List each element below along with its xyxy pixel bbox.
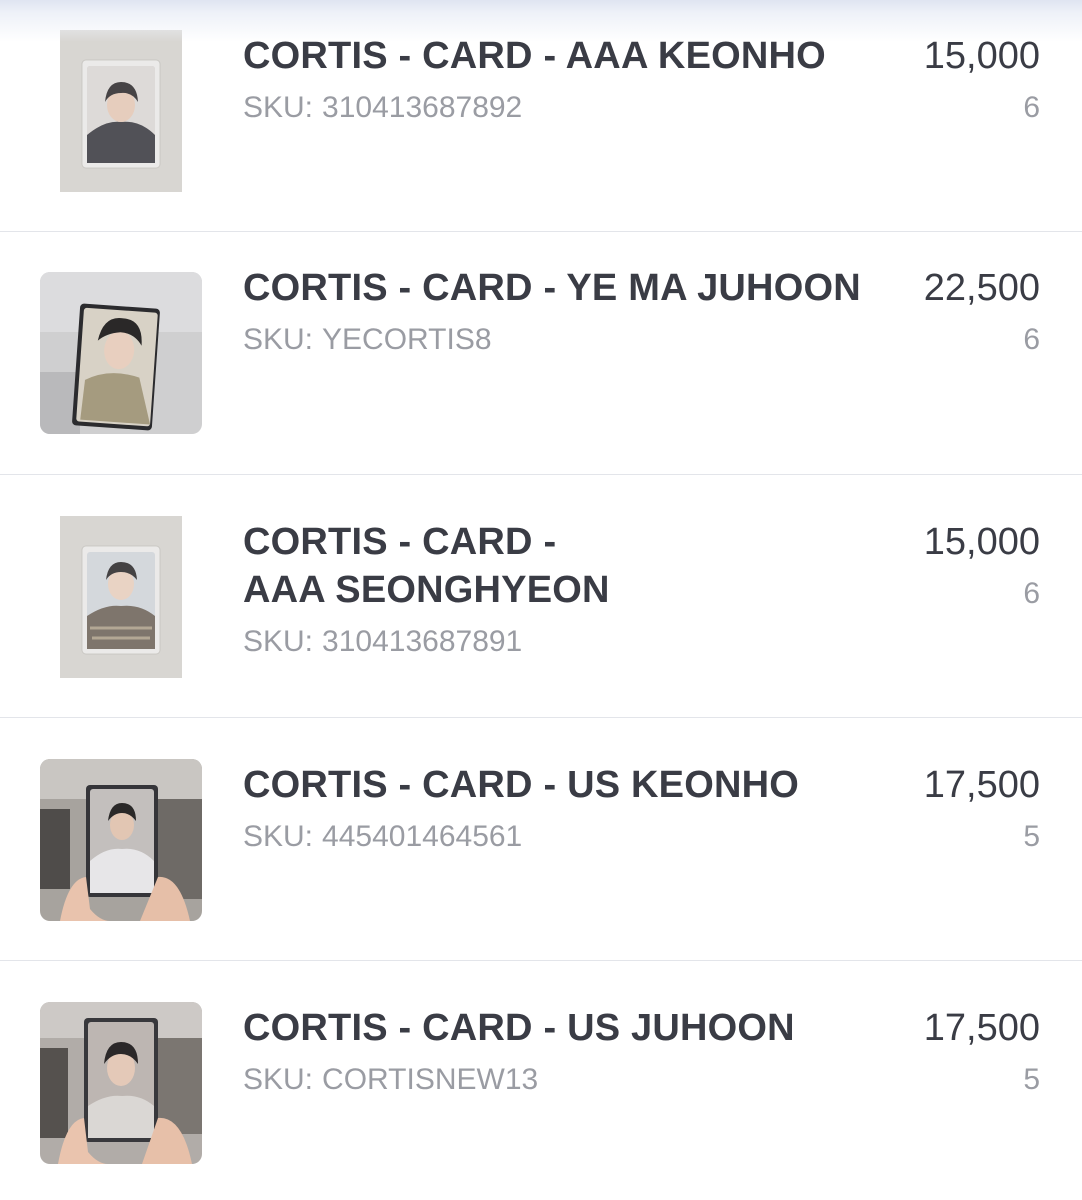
product-quantity: 6 bbox=[1023, 577, 1040, 610]
photocard-image bbox=[40, 272, 202, 434]
product-thumbnail bbox=[40, 516, 202, 678]
product-sku: SKU: 445401464561 bbox=[243, 819, 522, 855]
product-sku: SKU: CORTISNEW13 bbox=[243, 1062, 538, 1098]
product-thumbnail bbox=[40, 759, 202, 921]
product-quantity: 5 bbox=[1023, 820, 1040, 853]
product-price: 15,000 bbox=[923, 521, 1040, 563]
sku-value: 445401464561 bbox=[322, 820, 523, 853]
photocard-image bbox=[60, 30, 182, 192]
photocard-image bbox=[40, 1002, 202, 1164]
sku-label: SKU: bbox=[243, 323, 314, 356]
product-thumbnail bbox=[40, 1002, 202, 1164]
sku-value: 310413687891 bbox=[322, 625, 523, 658]
product-quantity: 5 bbox=[1023, 1063, 1040, 1096]
photocard-image bbox=[40, 759, 202, 921]
sku-label: SKU: bbox=[243, 625, 314, 658]
product-sku: SKU: 310413687892 bbox=[243, 90, 522, 126]
product-thumbnail bbox=[40, 272, 202, 434]
product-sku: SKU: YECORTIS8 bbox=[243, 322, 492, 358]
product-title: CORTIS - CARD - US JUHOON bbox=[243, 1004, 903, 1052]
sku-label: SKU: bbox=[243, 1063, 314, 1096]
sku-value: CORTISNEW13 bbox=[322, 1063, 539, 1096]
product-title: CORTIS - CARD - US KEONHO bbox=[243, 761, 903, 809]
sku-value: YECORTIS8 bbox=[322, 323, 492, 356]
sku-label: SKU: bbox=[243, 820, 314, 853]
sku-value: 310413687892 bbox=[322, 91, 523, 124]
product-title: CORTIS - CARD - YE MA JUHOON bbox=[243, 264, 903, 312]
product-price: 17,500 bbox=[923, 1007, 1040, 1049]
product-title-line: CORTIS - CARD - US JUHOON bbox=[243, 1007, 795, 1049]
product-quantity: 6 bbox=[1023, 91, 1040, 124]
product-row[interactable]: CORTIS - CARD - US JUHOON SKU: CORTISNEW1… bbox=[0, 961, 1082, 1200]
product-title: CORTIS - CARD - AAA SEONGHYEON bbox=[243, 518, 903, 614]
product-list: CORTIS - CARD - AAA KEONHO SKU: 310413687… bbox=[0, 0, 1082, 1200]
product-price: 22,500 bbox=[923, 267, 1040, 309]
product-row[interactable]: CORTIS - CARD - YE MA JUHOON SKU: YECORTI… bbox=[0, 232, 1082, 475]
photocard-image bbox=[60, 516, 182, 678]
product-title-line: CORTIS - CARD - US KEONHO bbox=[243, 764, 799, 806]
product-title-line: AAA SEONGHYEON bbox=[243, 569, 610, 611]
product-quantity: 6 bbox=[1023, 323, 1040, 356]
product-title-line: CORTIS - CARD - bbox=[243, 521, 557, 563]
product-thumbnail bbox=[40, 30, 202, 192]
product-price: 17,500 bbox=[923, 764, 1040, 806]
product-list-screen: CORTIS - CARD - AAA KEONHO SKU: 310413687… bbox=[0, 0, 1082, 1200]
sku-label: SKU: bbox=[243, 91, 314, 124]
product-row[interactable]: CORTIS - CARD - AAA SEONGHYEON SKU: 31041… bbox=[0, 475, 1082, 718]
top-scroll-fade bbox=[0, 0, 1082, 42]
product-title-line: CORTIS - CARD - YE MA JUHOON bbox=[243, 267, 861, 309]
product-row[interactable]: CORTIS - CARD - US KEONHO SKU: 4454014645… bbox=[0, 718, 1082, 961]
product-sku: SKU: 310413687891 bbox=[243, 624, 522, 660]
